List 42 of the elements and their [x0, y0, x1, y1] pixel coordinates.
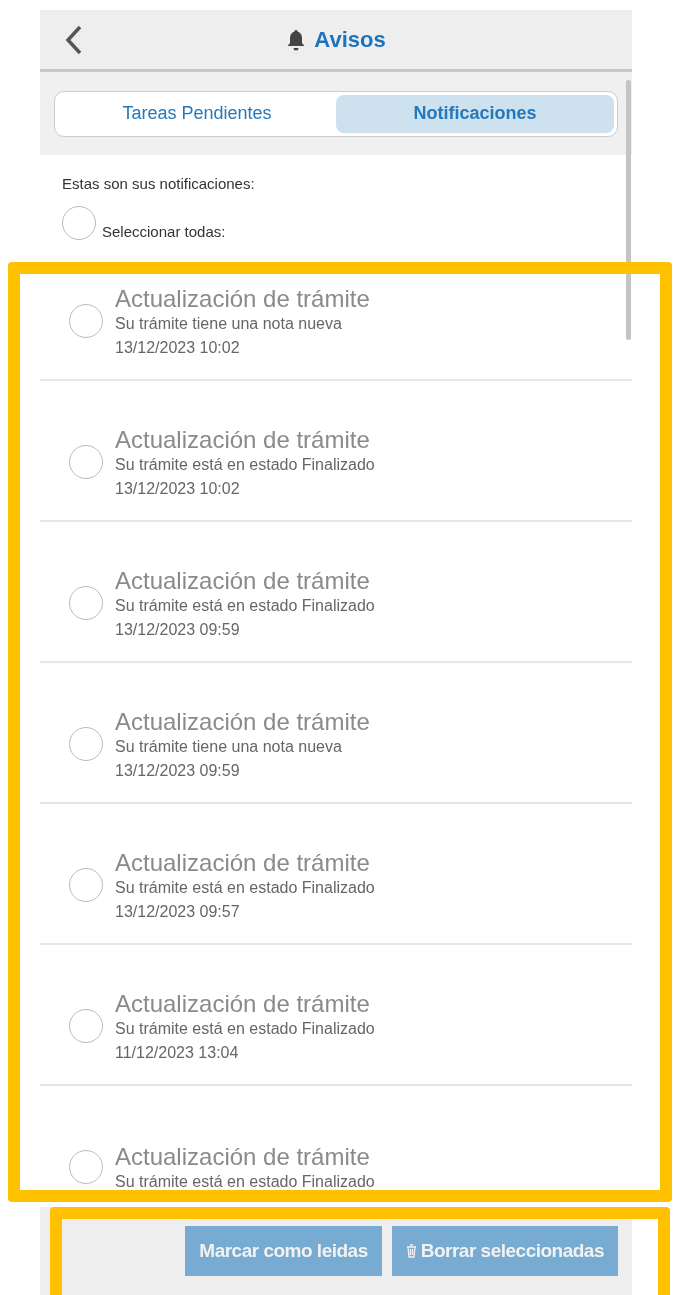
notification-date: 13/12/2023 10:02: [115, 479, 241, 498]
notification-item[interactable]: Actualización de trámite Su trámite está en estado Finalizado 11/12/2023 13:04: [40, 945, 632, 1086]
notification-title: Actualización de trámite: [115, 284, 370, 313]
notification-title: Actualización de trámite: [115, 989, 371, 1018]
select-radio[interactable]: [69, 1008, 103, 1043]
notification-message: Su trámite está en estado Finalizado: [115, 878, 375, 897]
select-radio[interactable]: [69, 1149, 103, 1184]
tab[interactable]: Notificaciones: [336, 94, 614, 133]
notification-title: Actualización de trámite: [115, 848, 371, 877]
select-radio[interactable]: [69, 585, 103, 620]
select-all-label: Seleccionar todas:: [102, 223, 226, 240]
notification-title: Actualización de trámite: [115, 425, 371, 454]
notification-date: 13/12/2023 09:59: [115, 761, 241, 780]
notification-message: Su trámite está en estado Finalizado: [115, 1019, 375, 1038]
notification-date: 13/12/2023 10:02: [115, 338, 241, 357]
notification-title: Actualización de trámite: [115, 566, 371, 595]
notification-date: 13/12/2023 09:59: [115, 620, 241, 639]
notification-message: Su trámite está en estado Finalizado: [115, 1172, 375, 1191]
notification-message: Su trámite tiene una nota nueva: [115, 314, 343, 333]
notification-date: 11/12/2023 13:04: [115, 1043, 240, 1062]
notification-message: Su trámite está en estado Finalizado: [115, 455, 375, 474]
select-radio[interactable]: [69, 726, 103, 761]
back-button[interactable]: [64, 24, 84, 56]
page-title: Avisos: [314, 26, 386, 53]
select-radio[interactable]: [69, 444, 103, 479]
notification-date: 13/12/2023 09:57: [115, 902, 241, 921]
notification-item[interactable]: Actualización de trámite Su trámite está en estado Finalizado 13/12/2023 09:59: [40, 522, 632, 663]
bell-icon: [286, 28, 307, 51]
select-radio[interactable]: [69, 867, 103, 902]
notification-item[interactable]: Actualización de trámite Su trámite tiene una nota nueva 13/12/2023 09:59: [40, 663, 632, 804]
select-radio[interactable]: [69, 303, 103, 338]
notification-item[interactable]: Actualización de trámite Su trámite está en estado Finalizado 13/12/2023 09:57: [40, 804, 632, 945]
tab[interactable]: Tareas Pendientes: [58, 94, 336, 133]
select-all-radio[interactable]: [62, 206, 96, 240]
notification-title: Actualización de trámite: [115, 1142, 371, 1171]
notification-item[interactable]: Actualización de trámite Su trámite está en estado Finalizado 13/12/2023 10:02: [40, 381, 632, 522]
notification-message: Su trámite está en estado Finalizado: [115, 596, 375, 615]
notification-title: Actualización de trámite: [115, 707, 370, 736]
trash-icon: [405, 1244, 417, 1258]
scrollbar[interactable]: [626, 80, 631, 340]
notification-message: Su trámite tiene una nota nueva: [115, 737, 343, 756]
intro-text: Estas son sus notificaciones:: [62, 175, 256, 192]
